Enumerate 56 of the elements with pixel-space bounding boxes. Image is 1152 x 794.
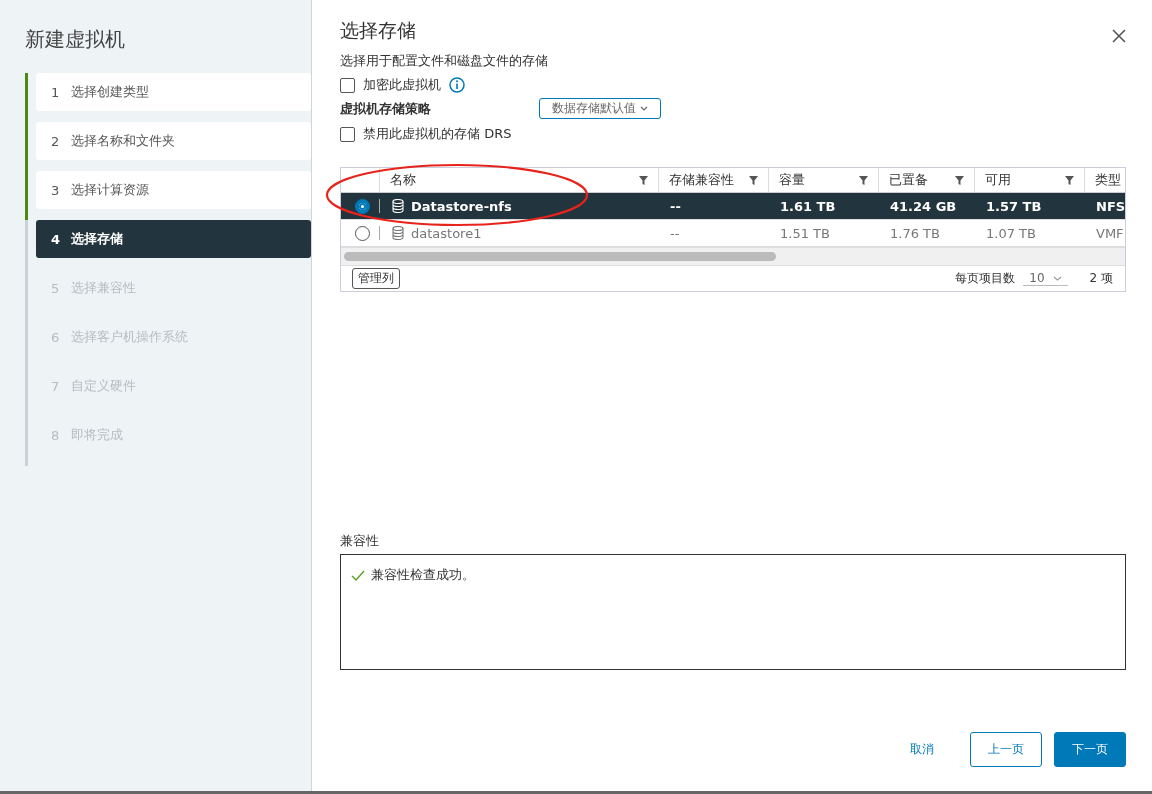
table-cell: datastore1 xyxy=(411,225,482,241)
compatibility-message: 兼容性检查成功。 xyxy=(371,566,475,584)
table-cell: 1.57 TB xyxy=(986,198,1042,214)
table-cell: 41.24 GB xyxy=(890,198,957,214)
checkmark-icon xyxy=(351,569,365,581)
table-cell: 1.61 TB xyxy=(780,198,836,214)
wizard-step[interactable]: 1 选择创建类型 xyxy=(36,73,311,111)
column-header: 已置备 xyxy=(889,171,928,189)
filter-icon xyxy=(955,175,964,185)
column-header: 类型 xyxy=(1095,171,1121,189)
close-icon xyxy=(1112,29,1126,43)
table-cell: 1.07 TB xyxy=(986,225,1036,241)
page-size-select[interactable]: 10 xyxy=(1023,271,1068,286)
checkbox-label: 加密此虚拟机 xyxy=(363,76,441,94)
column-header: 存储兼容性 xyxy=(669,171,734,189)
database-icon xyxy=(392,226,404,240)
scrollbar-thumb[interactable] xyxy=(344,252,776,261)
wizard-step[interactable]: 4 选择存储 xyxy=(36,220,311,258)
caret-icon xyxy=(640,106,648,111)
wizard-title: 新建虚拟机 xyxy=(25,26,126,53)
column-header: 可用 xyxy=(985,171,1011,189)
page-title: 选择存储 xyxy=(340,18,416,43)
manage-columns-button[interactable]: 管理列 xyxy=(352,268,400,289)
column-header: 名称 xyxy=(390,171,416,189)
filter-icon xyxy=(1065,175,1074,185)
checkbox[interactable] xyxy=(340,77,355,93)
table-cell: NFS xyxy=(1096,198,1125,214)
checkbox-label: 禁用此虚拟机的存储 DRS xyxy=(363,125,512,143)
wizard-step[interactable]: 3 选择计算资源 xyxy=(36,171,311,209)
filter-icon xyxy=(859,175,868,185)
database-icon xyxy=(392,199,404,213)
policy-dropdown[interactable]: 数据存储默认值 xyxy=(539,98,661,119)
table-cell: -- xyxy=(670,198,681,214)
table-cell: 1.51 TB xyxy=(780,225,830,241)
item-count: 2 项 xyxy=(1089,270,1113,287)
table-cell: 1.76 TB xyxy=(890,225,940,241)
compatibility-label: 兼容性 xyxy=(340,532,380,550)
page-description: 选择用于配置文件和磁盘文件的存储 xyxy=(340,52,549,70)
table-row[interactable]: Datastore-nfs -- 1.61 TB 41.24 GB 1.57 TB NFS xyxy=(341,193,1125,220)
page-size-label: 每页项目数 xyxy=(955,270,1016,287)
column-header: 容量 xyxy=(779,171,805,189)
caret-icon xyxy=(1052,275,1062,281)
radio-button[interactable] xyxy=(354,225,370,241)
table-cell: Datastore-nfs xyxy=(411,198,512,214)
info-icon xyxy=(449,77,465,93)
table-cell: -- xyxy=(670,225,680,241)
cancel-button[interactable]: 取消 xyxy=(900,732,944,767)
table-cell: VMF xyxy=(1096,225,1124,241)
next-button[interactable]: 下一页 xyxy=(1054,732,1126,767)
policy-label: 虚拟机存储策略 xyxy=(340,99,432,118)
checkbox[interactable] xyxy=(340,126,355,142)
filter-icon xyxy=(749,175,758,185)
filter-icon xyxy=(639,175,648,185)
back-button[interactable]: 上一页 xyxy=(970,732,1042,767)
wizard-step[interactable]: 2 选择名称和文件夹 xyxy=(36,122,311,160)
radio-button[interactable] xyxy=(354,198,370,214)
